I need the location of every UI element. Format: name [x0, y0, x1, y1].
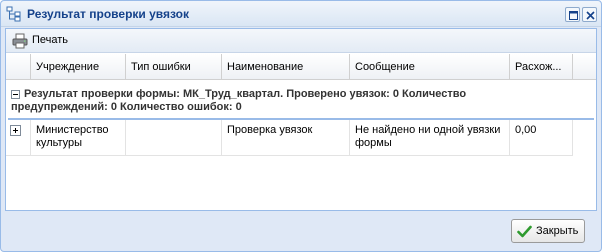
- results-toolbar: Печать: [6, 29, 596, 53]
- close-label: Закрыть: [536, 225, 579, 237]
- results-panel: Печать Учреждение Тип ошибки Наименовани…: [5, 28, 597, 211]
- column-header-institution[interactable]: Учреждение: [31, 54, 126, 80]
- column-header-message[interactable]: Сообщение: [350, 54, 510, 80]
- row-expander-cell: [6, 120, 31, 156]
- cell-message: Не найдено ни одной увязки формы: [350, 120, 510, 156]
- cell-institution: Министерство культуры: [31, 120, 126, 156]
- cell-name: Проверка увязок: [222, 120, 350, 156]
- dialog-title: Результат проверки увязок: [27, 7, 190, 21]
- column-header-discrepancy[interactable]: Расхож...: [510, 54, 573, 80]
- table-row[interactable]: Министерство культуры Проверка увязок Не…: [6, 120, 573, 156]
- close-button[interactable]: Закрыть: [511, 219, 585, 243]
- close-window-button[interactable]: [582, 7, 597, 22]
- tree-structure-icon: [6, 6, 21, 22]
- printer-icon: [12, 33, 28, 49]
- grid-header: Учреждение Тип ошибки Наименование Сообщ…: [6, 54, 596, 80]
- dialog-titlebar[interactable]: Результат проверки увязок: [1, 1, 601, 27]
- column-header-error-type[interactable]: Тип ошибки: [126, 54, 222, 80]
- group-summary: Результат проверки формы: МК_Труд_кварта…: [11, 88, 467, 113]
- maximize-icon: [569, 11, 578, 20]
- print-button[interactable]: Печать: [10, 32, 68, 50]
- column-header-expander: [6, 54, 31, 80]
- cell-error-type: [126, 120, 222, 156]
- check-results-dialog: Результат проверки увязок Печать Учрежде…: [0, 0, 602, 252]
- dialog-footer: Закрыть: [1, 212, 601, 252]
- column-header-name[interactable]: Наименование: [222, 54, 350, 80]
- group-row[interactable]: Результат проверки формы: МК_Труд_кварта…: [6, 85, 596, 117]
- maximize-button[interactable]: [565, 7, 580, 22]
- cell-discrepancy: 0,00: [510, 120, 573, 156]
- print-label: Печать: [32, 34, 69, 46]
- close-icon: [586, 11, 595, 20]
- checkmark-icon: [517, 225, 532, 238]
- expand-icon[interactable]: [10, 125, 21, 136]
